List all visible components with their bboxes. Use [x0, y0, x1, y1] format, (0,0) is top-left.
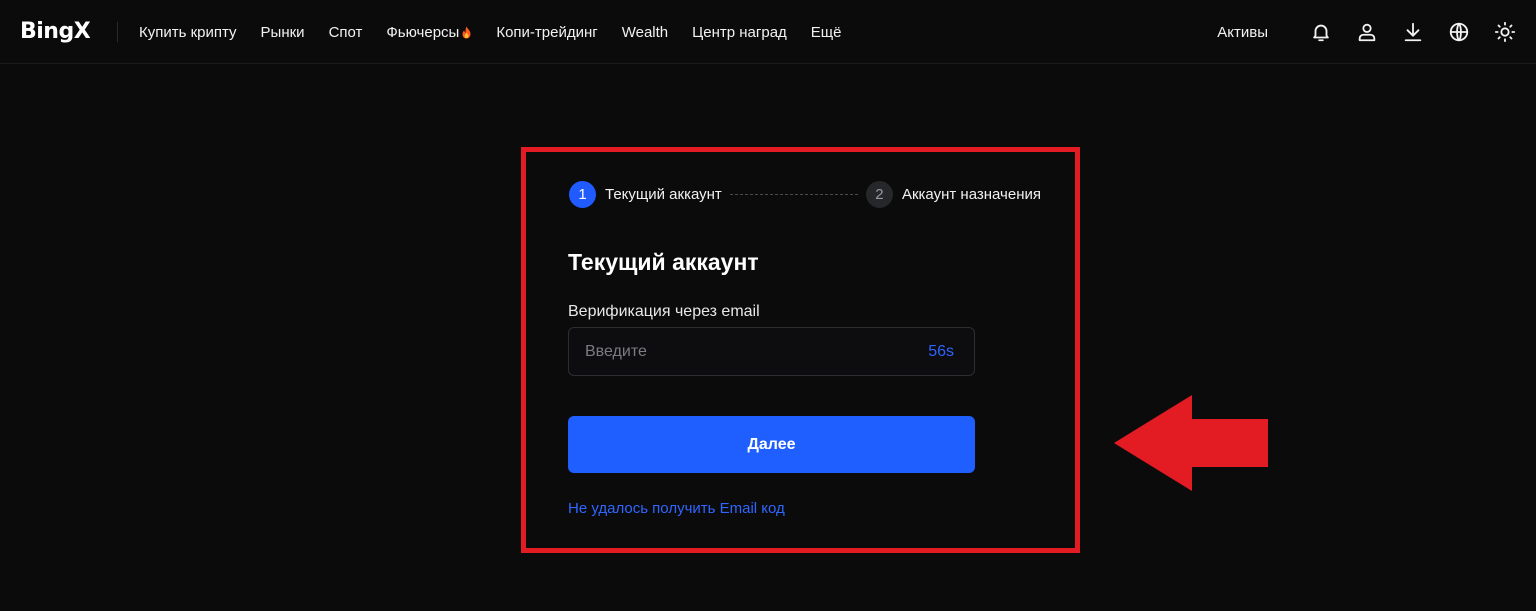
header-actions: Активы	[1217, 0, 1518, 64]
resend-timer: 56s	[928, 342, 954, 360]
email-code-field: 56s	[568, 327, 975, 376]
nav-item-spot[interactable]: Спот	[329, 24, 363, 41]
top-nav-bar: BingX Купить крипту Рынки Спот Фьючерсы …	[0, 0, 1536, 64]
bell-icon[interactable]	[1308, 19, 1334, 45]
email-verification-label: Верификация через email	[568, 303, 760, 320]
nav-label: Центр наград	[692, 23, 787, 41]
sun-icon[interactable]	[1492, 19, 1518, 45]
step-1-label: Текущий аккаунт	[605, 185, 722, 203]
nav-item-markets[interactable]: Рынки	[261, 24, 305, 41]
red-arrow-annotation	[1114, 395, 1268, 491]
nav-item-buy-crypto[interactable]: Купить крипту	[139, 24, 237, 41]
next-button[interactable]: Далее	[568, 416, 975, 473]
form-title: Текущий аккаунт	[568, 249, 759, 275]
nav-item-copy-trading[interactable]: Копи-трейдинг	[496, 24, 597, 41]
step-1-badge: 1	[569, 180, 596, 208]
nav-item-more[interactable]: Ещё	[811, 24, 842, 41]
step-2-label: Аккаунт назначения	[901, 185, 1041, 203]
email-code-help-link[interactable]: Не удалось получить Email код	[568, 500, 785, 517]
nav-label: Ещё	[810, 23, 842, 41]
step-indicator: 1 Текущий аккаунт 2 Аккаунт назначения	[569, 180, 1041, 208]
logo-divider	[117, 22, 118, 42]
download-icon[interactable]	[1400, 19, 1426, 45]
fire-icon	[462, 26, 471, 38]
globe-icon[interactable]	[1446, 19, 1472, 45]
nav-label: Wealth	[621, 23, 669, 41]
nav-label: Спот	[328, 23, 363, 41]
email-code-input[interactable]	[585, 342, 929, 361]
main-nav: Купить крипту Рынки Спот Фьючерсы Копи-т…	[139, 0, 866, 64]
nav-label: Купить крипту	[139, 23, 237, 41]
assets-link[interactable]: Активы	[1217, 24, 1268, 41]
nav-label: Фьючерсы	[386, 23, 460, 41]
nav-item-rewards-center[interactable]: Центр наград	[692, 24, 787, 41]
bingx-logo[interactable]: BingX	[20, 19, 91, 44]
nav-label: Копи-трейдинг	[496, 23, 598, 41]
user-icon[interactable]	[1354, 19, 1380, 45]
nav-label: Рынки	[260, 23, 305, 41]
step-connector	[729, 193, 858, 195]
nav-item-wealth[interactable]: Wealth	[622, 24, 668, 41]
page: BingX Купить крипту Рынки Спот Фьючерсы …	[0, 0, 1536, 611]
step-2-badge: 2	[865, 180, 893, 208]
nav-item-futures[interactable]: Фьючерсы	[386, 24, 472, 41]
